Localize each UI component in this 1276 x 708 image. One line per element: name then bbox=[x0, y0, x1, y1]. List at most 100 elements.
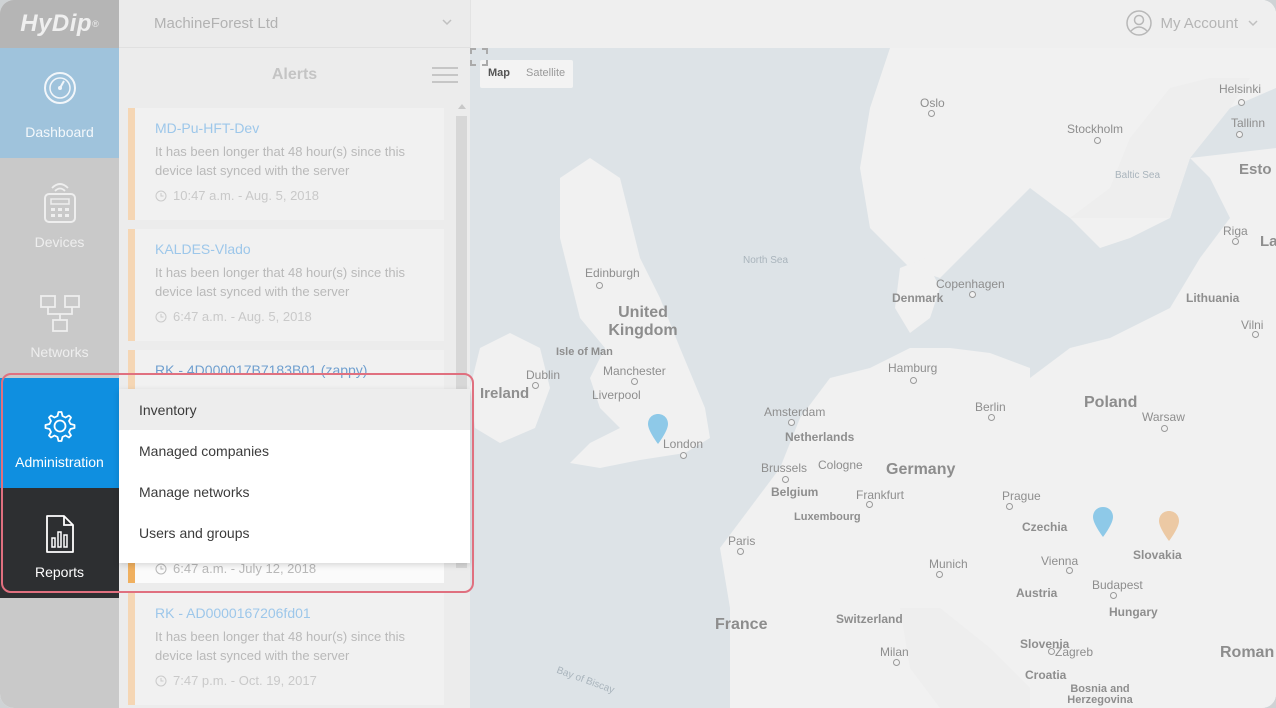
alert-time-text: 6:47 a.m. - Aug. 5, 2018 bbox=[173, 309, 312, 324]
nav-item-administration[interactable]: Administration bbox=[0, 378, 119, 488]
alert-time-text: 6:47 a.m. - July 12, 2018 bbox=[173, 561, 317, 576]
alert-message: It has been longer that 48 hour(s) since… bbox=[155, 629, 406, 663]
alert-card[interactable]: MD-Pu-HFT-Dev It has been longer that 48… bbox=[128, 108, 444, 220]
map-label: Munich bbox=[929, 557, 968, 571]
clock-icon bbox=[155, 675, 167, 686]
map-label: Budapest bbox=[1092, 578, 1143, 592]
logo[interactable]: HyDip ® bbox=[0, 0, 119, 48]
map-label: Denmark bbox=[892, 291, 944, 305]
map-label: Vienna bbox=[1041, 554, 1079, 568]
scroll-up-arrow[interactable] bbox=[458, 104, 466, 109]
account-menu[interactable]: My Account bbox=[1126, 10, 1260, 36]
map-label: Manchester bbox=[603, 364, 666, 378]
city-dot bbox=[1066, 567, 1073, 574]
alert-time: 6:47 a.m. - Aug. 5, 2018 bbox=[155, 309, 444, 324]
account-label: My Account bbox=[1160, 14, 1238, 32]
report-chart-icon bbox=[45, 515, 74, 553]
map-label: Esto bbox=[1239, 161, 1272, 178]
map-toggle-satellite[interactable]: Satellite bbox=[518, 60, 573, 88]
gauge-icon bbox=[43, 72, 76, 104]
menu-item-inventory[interactable]: Inventory bbox=[119, 389, 470, 430]
alert-card[interactable]: KALDES-Vlado It has been longer that 48 … bbox=[128, 229, 444, 341]
city-dot bbox=[1006, 503, 1013, 510]
nav-label: Dashboard bbox=[25, 124, 94, 140]
city-dot bbox=[1110, 592, 1117, 599]
map-label: Isle of Man bbox=[556, 346, 613, 358]
city-dot bbox=[1161, 425, 1168, 432]
city-dot bbox=[928, 110, 935, 117]
map-view[interactable]: Map Satellite Oslo Stockholm Helsinki Ta… bbox=[470, 48, 1276, 708]
map-label: Helsinki bbox=[1219, 82, 1262, 96]
alert-title[interactable]: MD-Pu-HFT-Dev bbox=[155, 120, 444, 136]
city-dot bbox=[788, 419, 795, 426]
map-label: Frankfurt bbox=[856, 488, 905, 502]
map-label: Liverpool bbox=[592, 388, 641, 402]
city-dot bbox=[893, 659, 900, 666]
city-dot bbox=[866, 501, 873, 508]
chevron-down-icon bbox=[1248, 20, 1258, 27]
map-label: Switzerland bbox=[836, 612, 903, 626]
nav-item-networks[interactable]: Networks bbox=[0, 268, 119, 378]
map-label: Amsterdam bbox=[764, 405, 826, 419]
map-label: Germany bbox=[886, 461, 956, 478]
map-label: France bbox=[715, 616, 768, 633]
map-pin-icon[interactable] bbox=[1092, 506, 1114, 538]
nav-label: Reports bbox=[34, 564, 85, 580]
menu-item-users-and-groups[interactable]: Users and groups bbox=[119, 512, 470, 553]
city-dot bbox=[1238, 99, 1245, 106]
city-dot bbox=[596, 282, 603, 289]
alert-title[interactable]: KALDES-Vlado bbox=[155, 241, 444, 257]
map-label: Vilni bbox=[1241, 318, 1264, 332]
alert-time-text: 7:47 p.m. - Oct. 19, 2017 bbox=[173, 673, 317, 688]
alert-card[interactable]: RK - AD0000167206fd01 It has been longer… bbox=[128, 593, 444, 705]
alert-time: 10:47 a.m. - Aug. 5, 2018 bbox=[155, 188, 444, 203]
map-label: Paris bbox=[728, 534, 756, 548]
network-icon bbox=[39, 295, 80, 332]
menu-item-manage-networks[interactable]: Manage networks bbox=[119, 471, 470, 512]
city-dot bbox=[532, 382, 539, 389]
nav-item-dashboard[interactable]: Dashboard bbox=[0, 48, 119, 158]
map-label: Croatia bbox=[1025, 668, 1067, 682]
map-label: Ireland bbox=[480, 385, 530, 402]
map-label: Brussels bbox=[761, 461, 808, 475]
city-dot bbox=[1094, 137, 1101, 144]
map-label: Luxembourg bbox=[794, 511, 861, 523]
hamburger-menu-icon[interactable] bbox=[432, 66, 458, 84]
alert-title[interactable]: RK - AD0000167206fd01 bbox=[155, 605, 444, 621]
fullscreen-icon[interactable] bbox=[470, 48, 488, 66]
city-dot bbox=[988, 414, 995, 421]
city-dot bbox=[1252, 331, 1259, 338]
map-label: Warsaw bbox=[1142, 410, 1185, 424]
map-label: Belgium bbox=[771, 485, 819, 499]
app-window: HyDip ® Dashboard Devices Networks Admin… bbox=[0, 0, 1276, 708]
map-label: La bbox=[1260, 233, 1276, 250]
alerts-panel: Alerts MD-Pu-HFT-Dev It has been longer … bbox=[119, 48, 470, 708]
map-label: London bbox=[663, 437, 704, 451]
map-label: Hungary bbox=[1109, 605, 1158, 619]
alert-message: It has been longer that 48 hour(s) since… bbox=[155, 265, 406, 299]
map-label: Stockholm bbox=[1067, 122, 1124, 136]
user-avatar-icon bbox=[1126, 10, 1153, 36]
nav-item-reports[interactable]: Reports bbox=[0, 488, 119, 598]
map-label: Netherlands bbox=[785, 430, 855, 444]
sidebar-nav: HyDip ® Dashboard Devices Networks Admin… bbox=[0, 0, 119, 708]
alert-title[interactable]: RK - 4D000017B7183B01 (zappy) bbox=[155, 362, 444, 378]
company-selector[interactable]: MachineForest Ltd bbox=[119, 0, 470, 48]
menu-item-managed-companies[interactable]: Managed companies bbox=[119, 430, 470, 471]
map-label: Dublin bbox=[526, 368, 561, 382]
map-pin-icon[interactable] bbox=[1158, 510, 1180, 542]
nav-item-devices[interactable]: Devices bbox=[0, 158, 119, 268]
map-label: Baltic Sea bbox=[1115, 170, 1161, 181]
map-label: Zagreb bbox=[1055, 645, 1094, 659]
map-label: Prague bbox=[1002, 489, 1041, 503]
map-type-toggle[interactable]: Map Satellite bbox=[480, 60, 574, 88]
map-label: Cologne bbox=[818, 458, 863, 472]
nav-label: Devices bbox=[34, 234, 85, 250]
map-pin-icon[interactable] bbox=[647, 413, 669, 445]
alerts-header: Alerts bbox=[119, 48, 470, 102]
top-bar: My Account bbox=[470, 0, 1276, 48]
clock-icon bbox=[155, 190, 167, 201]
company-name: MachineForest Ltd bbox=[154, 15, 279, 32]
alerts-title: Alerts bbox=[271, 66, 318, 83]
alert-message: It has been longer that 48 hour(s) since… bbox=[155, 144, 406, 178]
